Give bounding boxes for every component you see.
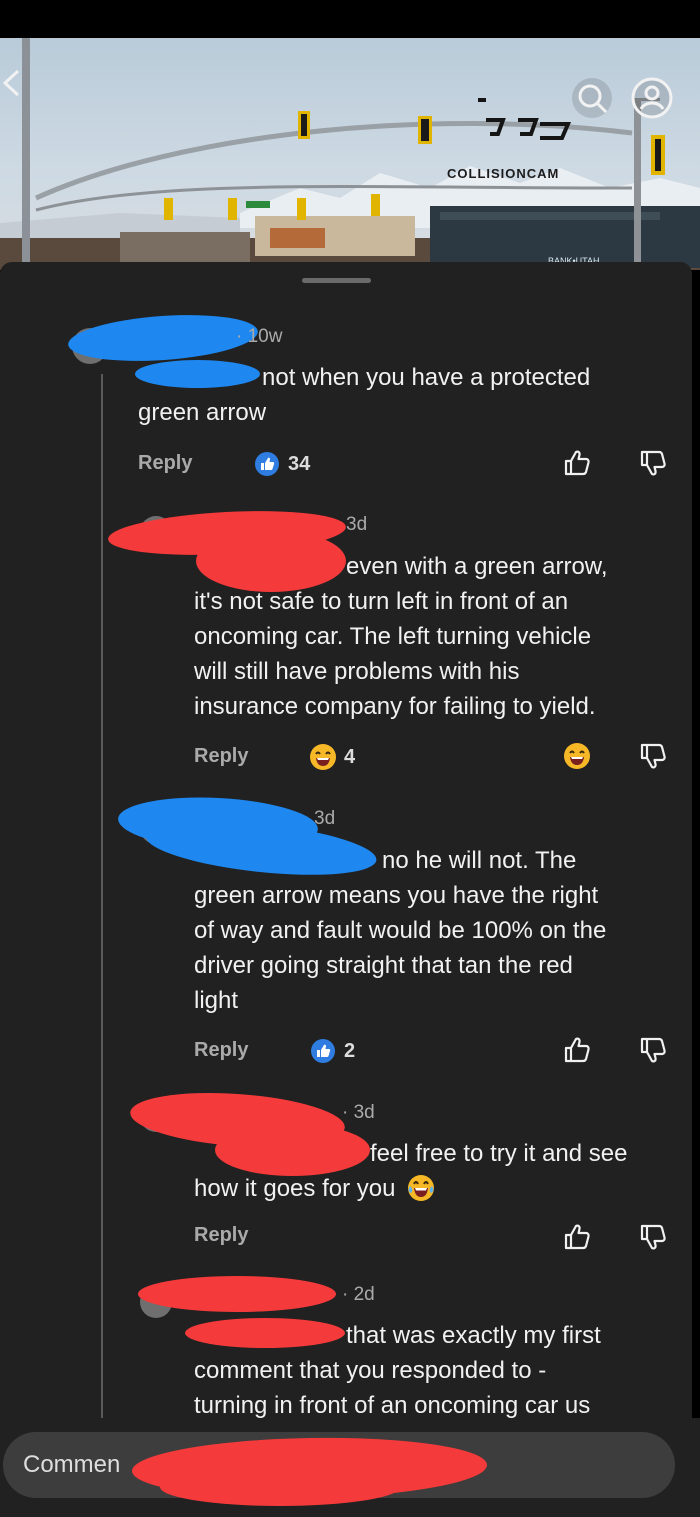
drag-handle[interactable]	[302, 278, 371, 283]
thumbs-up-icon[interactable]	[562, 1035, 592, 1070]
thumbs-up-icon[interactable]	[562, 1222, 592, 1257]
comment-text: no he will not. The	[382, 847, 577, 874]
thumbs-down-icon[interactable]	[638, 1222, 668, 1257]
back-icon[interactable]	[0, 68, 26, 98]
account-icon[interactable]	[630, 76, 674, 120]
thread-line	[101, 374, 103, 1420]
thumbs-up-icon[interactable]	[562, 448, 592, 483]
thumbs-down-icon[interactable]	[638, 1035, 668, 1070]
comment-text: of way and fault would be 100% on the	[194, 917, 607, 944]
reply-button[interactable]: Reply	[138, 452, 192, 475]
comment-text: light	[194, 987, 239, 1014]
laughing-face-icon	[309, 743, 337, 776]
comment-text-line: how it goes for you	[194, 1175, 396, 1202]
like-count: 2	[344, 1040, 356, 1062]
redaction-mark	[185, 1318, 345, 1348]
laughing-reaction-icon[interactable]	[563, 742, 591, 775]
comment-time: · 3d	[342, 1102, 375, 1123]
comment-time: 3d	[314, 808, 336, 829]
reaction-count: 4	[344, 746, 356, 768]
reply-button[interactable]: Reply	[194, 1039, 248, 1062]
like-badge-icon	[254, 451, 280, 482]
redaction-mark	[138, 1276, 336, 1312]
redaction-mark	[160, 1468, 400, 1506]
search-icon[interactable]	[570, 76, 614, 120]
comment-input-placeholder: Commen	[23, 1451, 121, 1478]
reply-button[interactable]: Reply	[194, 745, 248, 768]
comment-time: · 10w	[236, 326, 283, 347]
like-badge-icon	[310, 1038, 336, 1069]
video-watermark: COLLISIONCAM	[447, 166, 560, 181]
thumbs-down-icon[interactable]	[638, 741, 668, 776]
thumbs-down-icon[interactable]	[638, 448, 668, 483]
video-player[interactable]: COLLISIONCAM BANK•UTAH	[0, 38, 700, 270]
reply-button[interactable]: Reply	[194, 1224, 248, 1247]
redaction-mark	[135, 360, 260, 388]
comment-time: · 2d	[342, 1284, 375, 1305]
comment-text: it's not safe to turn left in front of a…	[194, 588, 569, 615]
comment-text: oncoming car. The left turning vehicle	[194, 623, 592, 650]
redaction-mark	[215, 1124, 370, 1176]
comment-text: insurance company for failing to yield.	[194, 693, 596, 720]
comment-text: how it goes for you	[194, 1171, 436, 1206]
comments-panel: · 10w not when you have a protected gree…	[0, 262, 692, 1512]
comment-composer: Commen	[0, 1418, 700, 1517]
redaction-mark	[66, 309, 260, 367]
comment-time: 3d	[346, 514, 368, 535]
video-frame-illustration	[0, 38, 700, 270]
comment-text: green arrow means you have the right	[194, 882, 599, 909]
comment-text: even with a green arrow,	[346, 553, 608, 580]
status-bar	[0, 0, 700, 38]
comment-text: will still have problems with his	[194, 658, 520, 685]
comment-text: feel free to try it and see	[370, 1140, 628, 1167]
comment-text: that was exactly my first	[346, 1322, 601, 1349]
redaction-mark	[196, 530, 346, 592]
comment-text: green arrow	[138, 399, 267, 426]
tears-of-joy-emoji-icon	[408, 1175, 435, 1201]
comment-text: driver going straight that tan the red	[194, 952, 573, 979]
comment-text: not when you have a protected	[262, 364, 591, 391]
comment-text: comment that you responded to -	[194, 1357, 547, 1384]
like-count: 34	[288, 453, 311, 475]
